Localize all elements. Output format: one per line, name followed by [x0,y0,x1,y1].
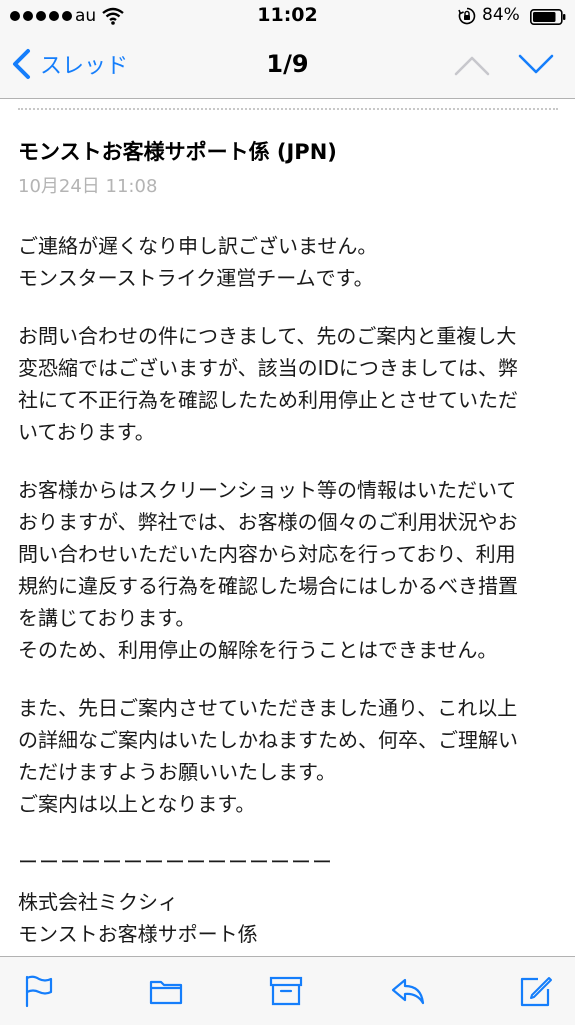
nav-bar: スレッド 1/9 [0,34,575,99]
reply-icon[interactable] [390,973,426,1009]
body-paragraph-3: お客様からはスクリーンショット等の情報はいただいて おりますが、弊社では、お客様… [18,478,518,662]
battery-percent: 84% [482,5,520,25]
message-date: 10月24日 11:08 [18,176,158,197]
orientation-lock-icon [458,7,476,25]
previous-message-button[interactable] [452,52,492,78]
signature-rule: ーーーーーーーーーーーーーーー [18,850,333,874]
bottom-toolbar [0,956,575,1025]
header-divider [18,108,558,110]
body-paragraph-2: お問い合わせの件につきまして、先のご案内と重複し大 変恐縮ではございますが、該当… [18,324,518,444]
signature-team: モンストお客様サポート係 [18,922,258,946]
archive-icon[interactable] [268,973,304,1009]
battery-icon [530,9,566,25]
folder-icon[interactable] [148,973,184,1009]
message-body: ご連絡が遅くなり申し訳ございません。 モンスターストライク運営チームです。 お問… [18,230,563,950]
status-bar: au 11:02 84% [0,0,575,34]
next-message-button[interactable] [516,52,556,78]
compose-icon[interactable] [518,973,554,1009]
signature-company: 株式会社ミクシィ [18,890,178,914]
body-paragraph-1: ご連絡が遅くなり申し訳ございません。 モンスターストライク運営チームです。 [18,234,378,290]
sender-name: モンストお客様サポート係 (JPN) [18,140,337,164]
flag-icon[interactable] [20,973,56,1009]
body-paragraph-4: また、先日ご案内させていただきました通り、これ以上 の詳細なご案内はいたしかねま… [18,696,518,816]
